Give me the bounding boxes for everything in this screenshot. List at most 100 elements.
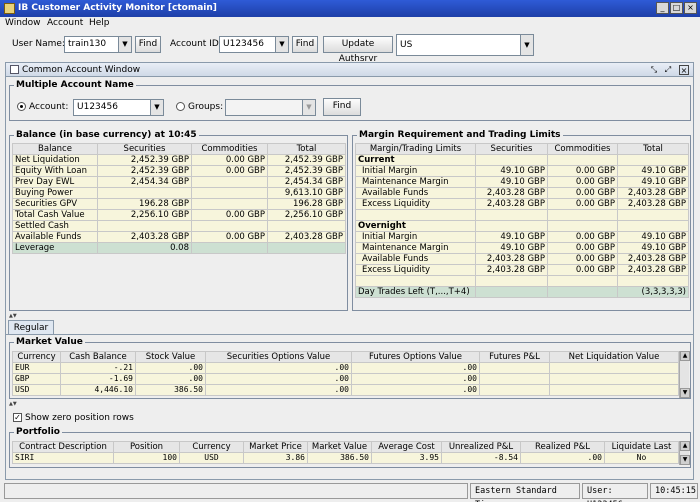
portfolio-table: Contract Description Position Currency M… (12, 441, 679, 464)
find-account-button[interactable]: Find (292, 36, 318, 53)
column-header[interactable]: Futures Options Value (351, 351, 480, 363)
cell: Available Funds (12, 231, 98, 243)
chevron-down-icon[interactable]: ▼ (520, 35, 533, 55)
column-header[interactable]: Market Price (243, 441, 308, 453)
table-row[interactable]: Securities GPV 196.28 GBP 196.28 GBP (12, 198, 346, 210)
table-row[interactable]: Available Funds 2,403.28 GBP 0.00 GBP 2,403… (355, 187, 689, 199)
user-name-combo[interactable]: train130 ▼ (64, 36, 132, 53)
column-header[interactable]: Currency (12, 351, 61, 363)
close-button[interactable]: × (684, 2, 697, 14)
table-row[interactable]: Excess Liquidity 2,403.28 GBP 0.00 GBP 2,40… (355, 198, 689, 210)
spacer-row (355, 275, 689, 287)
region-combo[interactable]: US ▼ (396, 34, 534, 56)
cell: 4,446.10 (60, 384, 136, 396)
account-id-combo[interactable]: U123456 ▼ (219, 36, 289, 53)
groups-radio[interactable] (176, 102, 185, 111)
table-row[interactable]: EUR -.21.00.00.00 (12, 362, 679, 374)
scroll-up-icon[interactable]: ▲ (680, 441, 690, 451)
column-header[interactable]: Position (113, 441, 180, 453)
cell: 2,403.28 GBP (267, 231, 346, 243)
market-scrollbar[interactable]: ▲ ▼ (679, 351, 690, 398)
table-row-selected[interactable]: Leverage 0.08 (12, 242, 346, 254)
column-header[interactable]: Market Value (307, 441, 372, 453)
table-row[interactable]: Net Liquidation 2,452.39 GBP 0.00 GBP 2,452… (12, 154, 346, 166)
scroll-down-icon[interactable]: ▼ (680, 388, 690, 398)
table-row[interactable]: Maintenance Margin 49.10 GBP 0.00 GBP 49.10… (355, 242, 689, 254)
column-header[interactable]: Balance (12, 143, 98, 155)
multi-account-combo[interactable]: U123456 ▼ (73, 99, 164, 116)
table-row[interactable]: GBP -1.69.00.00.00 (12, 373, 679, 385)
chevron-down-icon[interactable]: ▼ (150, 100, 163, 115)
show-zero-checkbox[interactable]: ✓ (13, 413, 22, 422)
column-header[interactable]: Commodities (191, 143, 268, 155)
cell: 2,403.28 GBP (475, 187, 548, 199)
maximize-button[interactable]: □ (670, 2, 683, 14)
column-header[interactable]: Margin/Trading Limits (355, 143, 476, 155)
groups-combo[interactable]: ▼ (225, 99, 316, 116)
table-row[interactable]: Available Funds 2,403.28 GBP 0.00 GBP 2,403… (12, 231, 346, 243)
column-header[interactable]: Securities Options Value (205, 351, 352, 363)
table-row[interactable]: SIRI 100 USD 3.86 386.50 3.95 -8.54.00 No (12, 452, 679, 464)
menu-window[interactable]: Window (5, 18, 41, 28)
multi-find-button[interactable]: Find (323, 98, 361, 116)
maximize-icon[interactable]: ⤢ (663, 65, 673, 75)
account-radio-label: Account: (29, 102, 69, 112)
column-header[interactable]: Futures P&L (479, 351, 550, 363)
column-header[interactable]: Currency (179, 441, 244, 453)
table-row[interactable]: Initial Margin 49.10 GBP 0.00 GBP 49.10 GBP (355, 165, 689, 177)
cell: 0.00 GBP (547, 242, 618, 254)
column-header[interactable]: Total (617, 143, 689, 155)
menu-account[interactable]: Account (47, 18, 83, 28)
cell: Maintenance Margin (355, 242, 476, 254)
portfolio-scrollbar[interactable]: ▲ ▼ (679, 441, 690, 465)
menu-help[interactable]: Help (89, 18, 110, 28)
table-row[interactable]: Maintenance Margin 49.10 GBP 0.00 GBP 49.10… (355, 176, 689, 188)
find-user-button[interactable]: Find (135, 36, 161, 53)
table-row[interactable]: Buying Power 9,613.10 GBP (12, 187, 346, 199)
column-header[interactable]: Average Cost (371, 441, 442, 453)
table-row[interactable]: Total Cash Value 2,256.10 GBP 0.00 GBP 2,25… (12, 209, 346, 221)
column-header[interactable]: Net Liquidation Value (549, 351, 679, 363)
chevron-down-icon[interactable]: ▼ (275, 37, 288, 52)
column-header[interactable]: Cash Balance (60, 351, 136, 363)
chevron-down-icon[interactable]: ▼ (302, 100, 315, 115)
close-icon[interactable]: × (679, 65, 689, 75)
table-row-selected[interactable]: Day Trades Left (T,...,T+4) (3,3,3,3,3) (355, 286, 689, 298)
tab-regular[interactable]: Regular (8, 320, 54, 335)
table-row[interactable]: Prev Day EWL 2,454.34 GBP 2,454.34 GBP (12, 176, 346, 188)
chevron-down-icon[interactable]: ▼ (118, 37, 131, 52)
cell: 386.50 (307, 452, 372, 464)
cell: 0.00 GBP (547, 165, 618, 177)
table-row[interactable]: USD 4,446.10 386.50.00.00 (12, 384, 679, 396)
table-row[interactable]: Initial Margin 49.10 GBP 0.00 GBP 49.10 GBP (355, 231, 689, 243)
table-row[interactable]: Available Funds 2,403.28 GBP 0.00 GBP 2,403… (355, 253, 689, 265)
column-header[interactable]: Total (267, 143, 346, 155)
table-row[interactable]: Equity With Loan 2,452.39 GBP 0.00 GBP 2,45… (12, 165, 346, 177)
column-header[interactable]: Contract Description (12, 441, 114, 453)
column-header[interactable]: Securities (475, 143, 548, 155)
splitter-arrows-icon[interactable]: ▲▼ (9, 314, 17, 319)
column-header[interactable]: Liquidate Last (604, 441, 679, 453)
update-authsrvr-button[interactable]: Update Authsrvr (323, 36, 393, 64)
window-icon (10, 65, 19, 74)
restore-icon[interactable]: ⤡ (649, 65, 659, 75)
scroll-down-icon[interactable]: ▼ (680, 455, 690, 465)
account-radio[interactable] (17, 102, 26, 111)
cell: 49.10 GBP (475, 176, 548, 188)
column-header[interactable]: Realized P&L (520, 441, 605, 453)
cell (267, 220, 346, 232)
table-row[interactable]: Excess Liquidity 2,403.28 GBP 0.00 GBP 2,40… (355, 264, 689, 276)
tab-divider (6, 334, 693, 335)
column-header[interactable]: Stock Value (135, 351, 206, 363)
column-header[interactable]: Securities (97, 143, 192, 155)
splitter-arrows-icon[interactable]: ▲▼ (9, 402, 17, 407)
column-header[interactable]: Unrealized P&L (441, 441, 521, 453)
cell (479, 384, 550, 396)
inner-window-title: Common Account Window (22, 65, 141, 75)
minimize-button[interactable]: _ (656, 2, 669, 14)
scroll-up-icon[interactable]: ▲ (680, 351, 690, 361)
cell: -.21 (60, 362, 136, 374)
table-row[interactable]: Settled Cash (12, 220, 346, 232)
column-header[interactable]: Commodities (547, 143, 618, 155)
status-bar: Eastern Standard Time User: U123456 10:4… (0, 480, 700, 502)
